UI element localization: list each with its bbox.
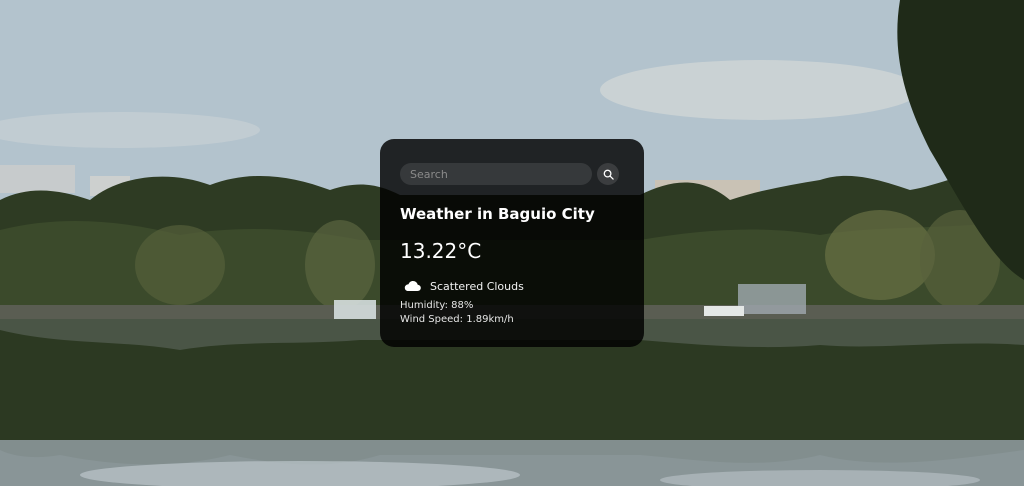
temperature: 13.22°C <box>400 239 482 263</box>
condition-row: Scattered Clouds <box>404 279 524 293</box>
wind-speed-text: Wind Speed: 1.89km/h <box>400 314 514 325</box>
city-title: Weather in Baguio City <box>400 205 595 223</box>
condition-text: Scattered Clouds <box>430 279 524 293</box>
search-bar <box>400 163 620 185</box>
search-icon <box>603 169 614 180</box>
search-input[interactable] <box>400 163 592 185</box>
humidity-text: Humidity: 88% <box>400 300 474 311</box>
search-button[interactable] <box>597 163 619 185</box>
cloud-icon <box>404 281 421 291</box>
weather-card: Weather in Baguio City 13.22°C Scattered… <box>380 139 644 347</box>
